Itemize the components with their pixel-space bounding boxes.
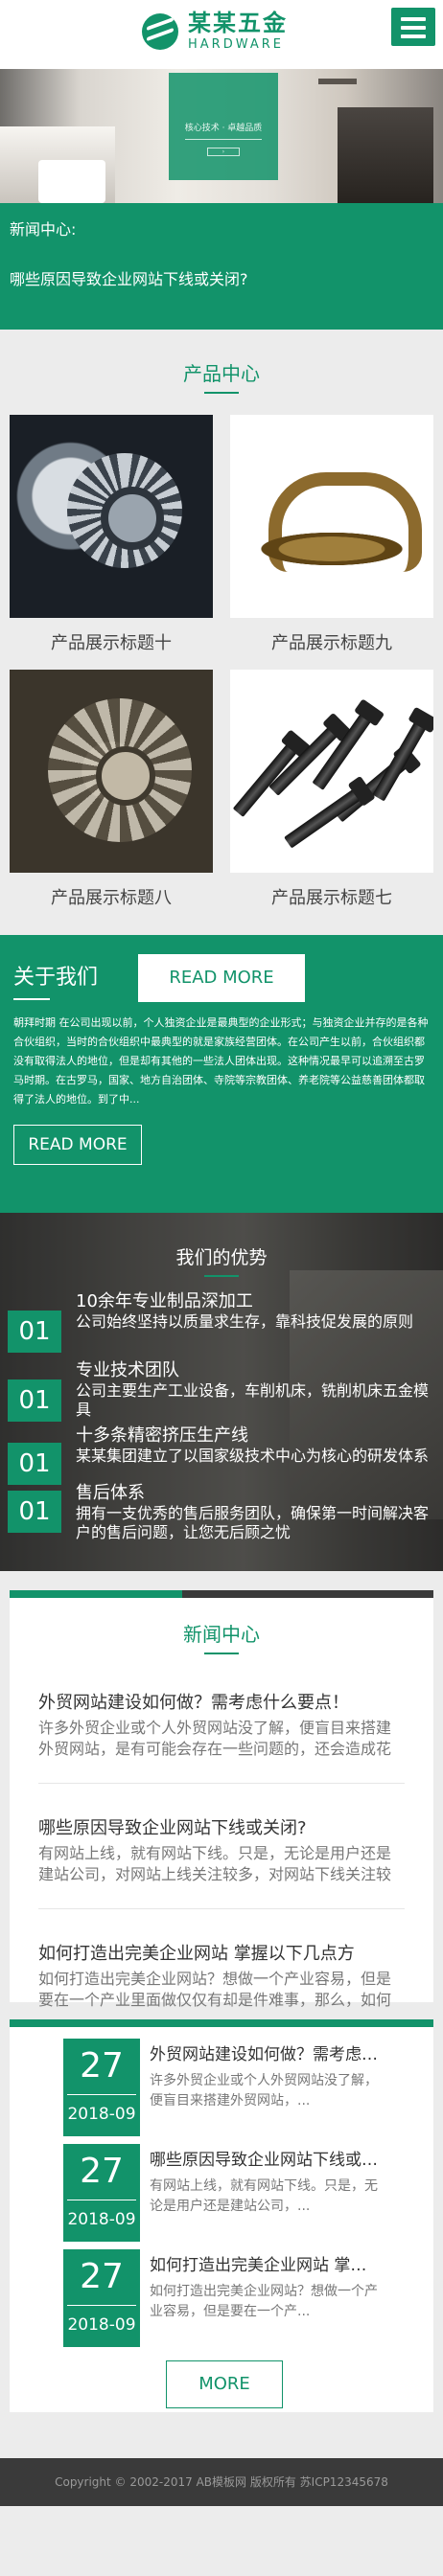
dated-news-item[interactable]: 27 2018-09 如何打造出完美企业网站 掌握以下几点方 如何打造出完美企业… [63,2249,385,2355]
dated-news-desc: 许多外贸企业或个人外贸网站没了解，便盲目来搭建外贸网站，... [150,2073,378,2109]
advantage-number: 01 [8,1443,61,1485]
product-card[interactable]: 产品展示标题八 [10,670,213,915]
news-item[interactable]: 哪些原因导致企业网站下线或关闭? 有网站上线，就有网站下线。只是，无论是用户还是… [10,1814,433,1885]
news-item[interactable]: 外贸网站建设如何做？需考虑什么要点！ 许多外贸企业或个人外贸网站没了解，便盲目来… [10,1689,433,1760]
advantage-item: 01 专业技术团队 公司主要生产工业设备，车削机床，铣削机床五金模具 [8,1360,431,1422]
products-title: 产品中心 [0,358,443,394]
advantage-item: 01 10余年专业制品深加工 公司始终坚持以质量求生存，靠科技促发展的原则 [8,1291,431,1353]
menu-button[interactable] [391,8,435,46]
products-section: 产品中心 产品展示标题十 产品展示标题九 产品展示标题八 产品展示标题七 REA… [0,330,443,1003]
banner-overlay: 核心技术 · 卓越品质 › [169,73,278,180]
date-badge: 27 2018-09 [63,2144,140,2242]
product-caption: 产品展示标题七 [271,888,392,908]
product-caption: 产品展示标题八 [51,888,172,908]
header: 某某五金 HARDWARE [0,0,443,69]
logo[interactable]: 某某五金 HARDWARE [142,11,288,51]
dated-news-item[interactable]: 27 2018-09 哪些原因导致企业网站下线或关闭? 有网站上线，就有网站下线… [63,2144,385,2249]
news-item-desc: 如何打造出完美企业网站？想做一个产业容易，但是要在一个产业里面做仅仅有却是件难事… [38,1970,392,2009]
bolts-image [230,670,433,873]
advantage-heading: 专业技术团队 [76,1360,179,1380]
news-ticker-label: 新闻中心: [10,220,77,239]
dated-news-desc: 如何打造出完美企业网站？想做一个产业容易，但是要在一个产... [150,2284,378,2319]
footer: Copyright © 2002-2017 AB模板网 版权所有 苏ICP123… [0,2458,443,2506]
about-read-more-button[interactable]: READ MORE [13,1125,142,1165]
advantage-number: 01 [8,1311,61,1353]
advantage-desc: 拥有一支优秀的售后服务团队，确保第一时间解决客户的售后问题，让您无后顾之忧 [76,1504,430,1541]
date-year-month: 2018-09 [67,2315,136,2335]
news-item-desc: 许多外贸企业或个人外贸网站没了解，便盲目来搭建外贸网站，是有可能会存在一些问题的… [38,1719,392,1758]
advantage-number: 01 [8,1491,61,1533]
advantage-item: 01 十多条精密挤压生产线 某某集团建立了以国家级技术中心为核心的研发体系 [8,1425,431,1485]
advantages-section: 我们的优势 01 10余年专业制品深加工 公司始终坚持以质量求生存，靠科技促发展… [0,1213,443,1571]
hamburger-icon [401,17,426,21]
divider [38,1783,405,1784]
news-ticker: 新闻中心: 哪些原因导致企业网站下线或关闭? [0,203,443,330]
advantage-heading: 十多条精密挤压生产线 [76,1425,248,1446]
advantage-desc: 公司始终坚持以质量求生存，靠科技促发展的原则 [76,1312,414,1331]
date-badge: 27 2018-09 [63,2039,140,2136]
news-item-title[interactable]: 哪些原因导致企业网站下线或关闭? [38,1814,405,1839]
advantage-heading: 10余年专业制品深加工 [76,1291,253,1311]
news-item-title[interactable]: 外贸网站建设如何做？需考虑什么要点！ [38,1689,405,1714]
product-card[interactable]: 产品展示标题十 [10,415,213,660]
product-caption: 产品展示标题十 [51,633,172,653]
date-year-month: 2018-09 [67,2105,136,2124]
gears-image [10,415,213,618]
advantage-item: 01 售后体系 拥有一支优秀的售后服务团队，确保第一时间解决客户的售后问题，让您… [8,1483,431,1542]
advantages-title: 我们的优势 [0,1213,443,1277]
product-card[interactable]: 产品展示标题七 [230,670,433,915]
news-item-title[interactable]: 如何打造出完美企业网站 掌握以下几点方 [38,1940,405,1965]
advantage-desc: 公司主要生产工业设备，车削机床，铣削机床五金模具 [76,1381,430,1419]
dated-news-section: 27 2018-09 外贸网站建设如何做？需考虑什么要点！ 许多外贸企业或个人外… [10,2019,433,2412]
banner-more-button[interactable]: › [207,148,240,156]
news-section: 新闻中心 外贸网站建设如何做？需考虑什么要点！ 许多外贸企业或个人外贸网站没了解… [10,1590,433,2009]
banner[interactable]: 核心技术 · 卓越品质 › [0,69,443,203]
date-badge: 27 2018-09 [63,2249,140,2347]
dated-news-item[interactable]: 27 2018-09 外贸网站建设如何做？需考虑什么要点！ 许多外贸企业或个人外… [63,2039,385,2144]
product-card[interactable]: 产品展示标题九 [230,415,433,660]
news-ticker-headline[interactable]: 哪些原因导致企业网站下线或关闭? [10,266,433,289]
advantage-number: 01 [8,1379,61,1422]
advantage-heading: 售后体系 [76,1483,145,1503]
products-read-more-button[interactable]: READ MORE [137,953,306,1003]
logo-title: 某某五金 [188,10,288,36]
copyright-text: Copyright © 2002-2017 AB模板网 版权所有 苏ICP123… [55,2475,388,2489]
about-text: 朝拜时期 在公司出现以前，个人独资企业是最典型的企业形式；与独资企业并存的是各种… [13,1016,429,1106]
dated-news-desc: 有网站上线，就有网站下线。只是，无论是用户还是建站公司，... [150,2178,378,2214]
news-item-desc: 有网站上线，就有网站下线。只是，无论是用户还是建站公司，对网站上线关注较多，对网… [38,1844,392,1883]
logo-subtitle: HARDWARE [188,37,284,52]
date-day: 27 [80,2152,124,2191]
banner-tagline: 核心技术 · 卓越品质 [184,124,263,133]
advantage-desc: 某某集团建立了以国家级技术中心为核心的研发体系 [76,1447,430,1465]
product-caption: 产品展示标题九 [271,633,392,653]
date-day: 27 [80,2046,124,2086]
divider [38,1908,405,1909]
dated-news-title[interactable]: 如何打造出完美企业网站 掌握以下几点方 [150,2255,380,2276]
dated-news-title[interactable]: 外贸网站建设如何做？需考虑什么要点！ [150,2044,380,2065]
gear-assembly-image [10,670,213,873]
date-year-month: 2018-09 [67,2210,136,2229]
news-title: 新闻中心 [10,1598,433,1654]
date-day: 27 [80,2257,124,2296]
dated-news-title[interactable]: 哪些原因导致企业网站下线或关闭? [150,2150,380,2171]
logo-icon [142,12,178,50]
news-more-button[interactable]: MORE [166,2360,283,2408]
brass-handle-image [230,415,433,618]
news-item[interactable]: 如何打造出完美企业网站 掌握以下几点方 如何打造出完美企业网站？想做一个产业容易… [10,1940,433,2011]
